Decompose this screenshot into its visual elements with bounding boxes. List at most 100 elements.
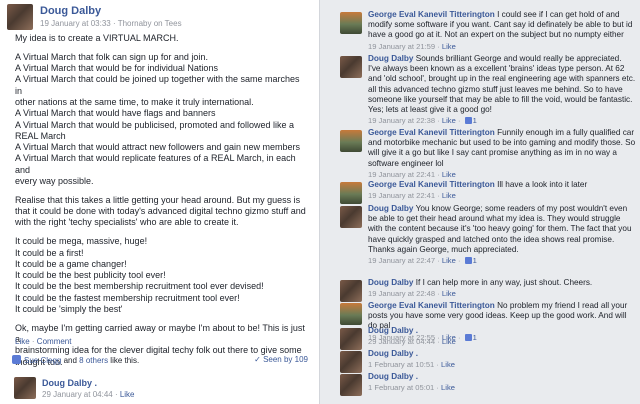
commenter-avatar[interactable] — [340, 56, 362, 78]
comment-like-link[interactable]: Like — [442, 191, 456, 200]
comment-date[interactable]: 1 February at 10:51 — [368, 360, 434, 369]
post-text-line: A Virtual March that would be publicised… — [15, 119, 294, 130]
comment-like-link[interactable]: Like — [442, 289, 456, 298]
comment-text: If I can help more in any way, just shou… — [415, 278, 593, 287]
comment-date[interactable]: 19 January at 22:41 — [368, 191, 435, 200]
comment-meta: 1 February at 10:51 · Like — [368, 360, 455, 370]
post-paragraph: It could be mega, massive, huge! It could… — [15, 236, 307, 315]
comment-date[interactable]: 19 January at 21:59 — [368, 42, 435, 51]
comment-text: Sounds brilliant George and would really… — [368, 54, 636, 115]
post-text-line: A Virtual March that would attract new f… — [15, 142, 300, 153]
comment-link[interactable]: Comment — [37, 337, 72, 346]
comment-like-count[interactable]: 1 — [473, 116, 477, 125]
commenter-name[interactable]: Doug Dalby — [368, 278, 414, 287]
comment-like-link[interactable]: Like — [441, 360, 455, 369]
post-body: My idea is to create a VIRTUAL MARCH. A V… — [15, 33, 307, 376]
commenter-avatar[interactable] — [340, 303, 362, 325]
comment-like-link[interactable]: Like — [120, 390, 135, 399]
comment-meta: 1 February at 05:01 · Like — [368, 383, 455, 393]
comment-content: Doug Dalby If I can help more in any way… — [368, 278, 636, 299]
post-text-line: It could be a game changer! — [15, 258, 127, 269]
comment-content: George Eval Kanevil Titterington Ill hav… — [368, 180, 636, 201]
comment-date[interactable]: 19 January at 22:48 — [368, 289, 435, 298]
post-text-line: A Virtual March that would replicate fea… — [15, 153, 296, 175]
post-text-line: with the right 'techy specialists' who a… — [15, 217, 239, 228]
commenter-avatar[interactable] — [340, 280, 362, 302]
commenter-name[interactable]: Doug Dalby . — [368, 349, 418, 358]
comment-content: Doug Dalby . 29 January at 04:44 · Like — [368, 326, 636, 347]
comment-content: Doug Dalby Sounds brilliant George and w… — [368, 54, 636, 126]
comment-date[interactable]: 19 January at 22:41 — [368, 170, 435, 179]
comment-date[interactable]: 19 January at 22:38 — [368, 116, 435, 125]
comment-item: Doug Dalby . 29 January at 04:44 · Like — [12, 376, 312, 402]
comment-text: Ill have a look into it later — [497, 180, 588, 189]
commenter-avatar[interactable] — [340, 206, 362, 228]
comment-meta: 19 January at 22:47 · Like · 1 — [368, 256, 477, 266]
commenter-name[interactable]: Doug Dalby . — [368, 326, 418, 335]
commenter-name[interactable]: George Eval Kanevil Titterington — [368, 10, 495, 19]
post-paragraph: Realise that this takes a little getting… — [15, 195, 307, 229]
commenter-name[interactable]: Doug Dalby — [368, 54, 414, 63]
commenter-name[interactable]: Doug Dalby . — [368, 372, 418, 381]
comment-like-link[interactable]: Like — [442, 337, 456, 346]
commenter-avatar[interactable] — [340, 12, 362, 34]
comments-panel: George Eval Kanevil Titterington I could… — [320, 0, 640, 404]
post-text-line: A Virtual March that would be for indivi… — [15, 63, 218, 74]
commenter-avatar[interactable] — [340, 130, 362, 152]
comment-date[interactable]: 29 January at 04:44 — [368, 337, 435, 346]
commenter-name[interactable]: Doug Dalby — [368, 204, 414, 213]
comment-content: Doug Dalby . 1 February at 05:01 · Like — [368, 372, 636, 393]
comment-like-link[interactable]: Like — [442, 42, 456, 51]
author-avatar[interactable] — [7, 4, 33, 30]
comment-like-link[interactable]: Like — [442, 170, 456, 179]
comment-date[interactable]: 19 January at 22:47 — [368, 256, 435, 265]
commenter-name[interactable]: George Eval Kanevil Titterington — [368, 128, 495, 137]
post-panel: Doug Dalby 19 January at 03:33 · Thornab… — [0, 0, 320, 404]
post-text-line: other nations at the same time, to make … — [15, 96, 254, 107]
comment-meta: 19 January at 22:41 · Like — [368, 169, 456, 179]
comment-meta: 19 January at 21:59 · Like — [368, 41, 456, 51]
post-location[interactable]: Thornaby on Tees — [118, 19, 182, 28]
post-text-line: It could be the fastest membership recru… — [15, 292, 240, 303]
post-text-line: A Virtual March that could be joined up … — [15, 74, 300, 96]
likes-summary: Sue Clegg and 8 others like this. ✓ Seen… — [12, 355, 308, 369]
commenter-avatar[interactable] — [340, 374, 362, 396]
seen-by[interactable]: ✓ Seen by 109 — [254, 355, 308, 364]
comment-like-link[interactable]: Like — [442, 256, 456, 265]
comment-like-link[interactable]: Like — [441, 383, 455, 392]
post-text-line: It could be 'simply the best' — [15, 304, 123, 315]
post-header: Doug Dalby 19 January at 03:33 · Thornab… — [7, 4, 313, 30]
liker-name[interactable]: Sue Clegg — [24, 356, 61, 365]
like-link[interactable]: Like — [15, 337, 30, 346]
comment-content: George Eval Kanevil Titterington Funnily… — [368, 128, 636, 180]
comment-meta: 19 January at 22:48 · Like — [368, 289, 456, 299]
commenter-avatar[interactable] — [340, 328, 362, 350]
post-text-line: It could be the best publicity tool ever… — [15, 270, 166, 281]
commenter-name[interactable]: George Eval Kanevil Titterington — [368, 301, 495, 310]
comment-content: Doug Dalby You know George; some readers… — [368, 204, 636, 266]
post-meta: 19 January at 03:33 · Thornaby on Tees — [40, 19, 182, 28]
commenter-name[interactable]: Doug Dalby . — [42, 378, 97, 388]
commenter-avatar[interactable] — [340, 182, 362, 204]
commenter-avatar[interactable] — [14, 377, 36, 399]
comment-like-count[interactable]: 1 — [473, 256, 477, 265]
post-text-line: Realise that this takes a little getting… — [15, 194, 301, 205]
post-text-line: It could be the best membership recruitm… — [15, 281, 264, 292]
comment-date[interactable]: 1 February at 05:01 — [368, 383, 434, 392]
comment-meta: 29 January at 04:44 · Like — [368, 337, 456, 347]
commenter-avatar[interactable] — [340, 351, 362, 373]
others-link[interactable]: 8 others — [79, 356, 108, 365]
commenter-name[interactable]: George Eval Kanevil Titterington — [368, 180, 495, 189]
comment-like-link[interactable]: Like — [442, 116, 456, 125]
post-paragraph: My idea is to create a VIRTUAL MARCH. — [15, 33, 307, 44]
comment-meta: 29 January at 04:44 · Like — [42, 390, 135, 399]
thumbs-up-icon — [464, 257, 472, 265]
post-date[interactable]: 19 January at 03:33 — [40, 19, 111, 28]
comment-content: Doug Dalby . 1 February at 10:51 · Like — [368, 349, 636, 370]
post-text-line: every way possible. — [15, 176, 94, 187]
post-author[interactable]: Doug Dalby — [40, 5, 101, 17]
thumbs-up-icon — [12, 355, 21, 364]
post-text-line: It could be a first! — [15, 247, 84, 258]
post-text-line: My idea is to create a VIRTUAL MARCH. — [15, 33, 179, 43]
post-paragraph: A Virtual March that folk can sign up fo… — [15, 52, 307, 188]
